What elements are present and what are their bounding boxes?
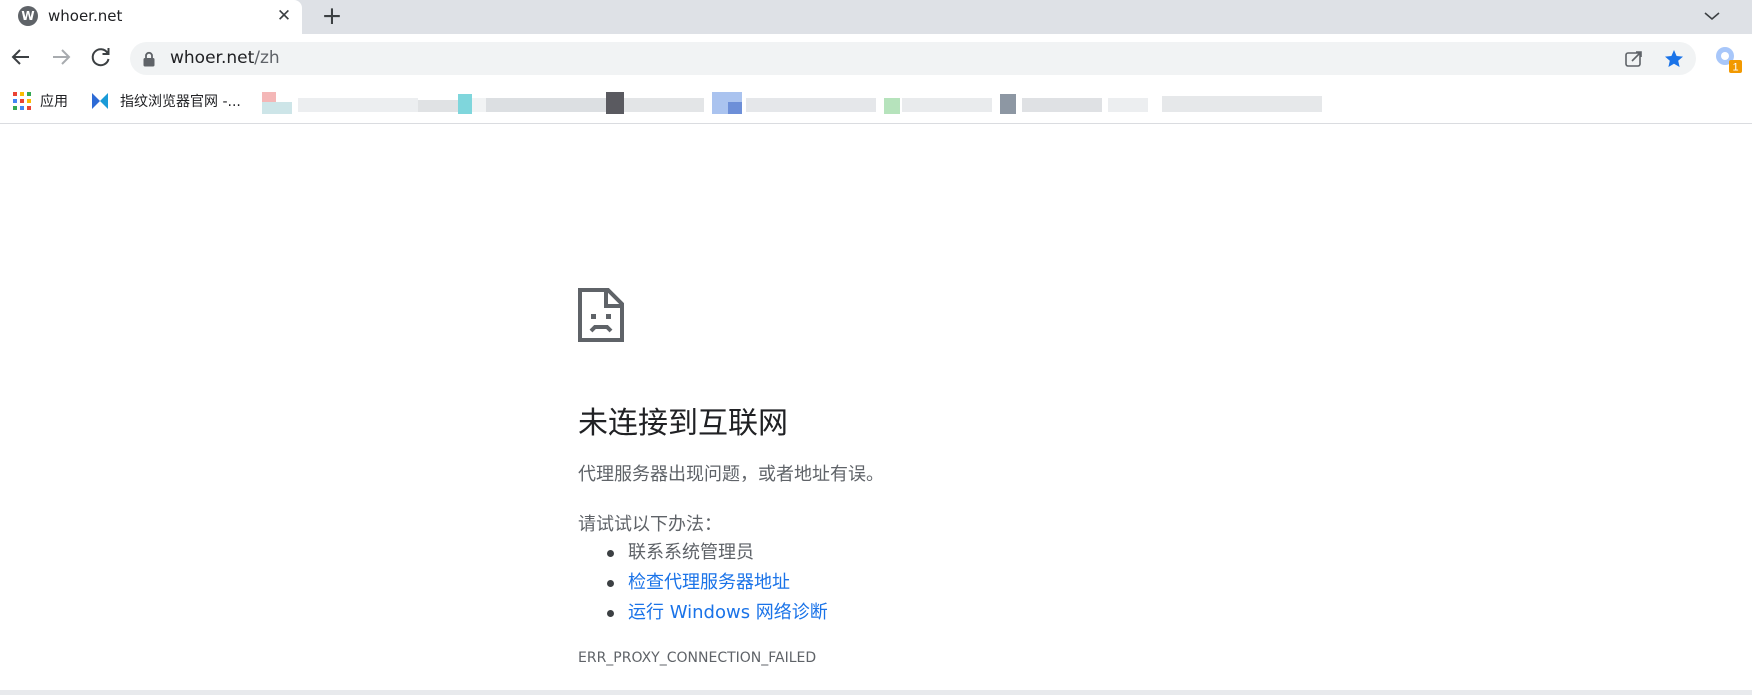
tab-whoer[interactable]: W whoer.net ✕ [0,0,302,34]
arrow-left-icon[interactable] [6,42,36,72]
suggestions-list: 联系系统管理员 检查代理服务器地址 运行 Windows 网络诊断 [578,538,828,628]
extension-icon[interactable]: 1 [1712,43,1744,75]
whoer-favicon-icon: W [18,6,38,26]
address-bar[interactable]: whoer.net/zh [130,42,1696,75]
blurred-bookmarks [262,92,1322,114]
star-icon[interactable] [1662,47,1686,71]
bookmarks-bar: 应用 指纹浏览器官网 -... [0,82,1752,124]
suggestions-heading: 请试试以下办法： [578,514,722,535]
url-path: /zh [254,48,280,68]
error-title: 未连接到互联网 [578,406,788,441]
tab-strip: W whoer.net ✕ + [0,0,1752,34]
bottom-border [0,690,1752,695]
arrow-right-icon[interactable] [46,42,76,72]
fingerprint-browser-logo-icon [92,93,108,109]
bookmark-fingerprint-browser[interactable]: 指纹浏览器官网 -... [120,91,241,113]
error-description: 代理服务器出现问题，或者地址有误。 [578,464,884,485]
error-code: ERR_PROXY_CONNECTION_FAILED [578,650,817,666]
tab-search-chevron-icon[interactable] [1700,4,1724,28]
tab-close-icon[interactable]: ✕ [272,4,296,28]
new-tab-button[interactable]: + [318,2,346,30]
sad-page-icon [578,288,624,342]
lock-icon[interactable] [142,51,156,67]
url-host: whoer.net [170,48,255,68]
url-text[interactable]: whoer.net/zh [170,48,280,68]
suggestion-contact-admin: 联系系统管理员 [578,538,828,568]
apps-grid-icon[interactable] [13,92,31,110]
suggestion-check-proxy-link[interactable]: 检查代理服务器地址 [578,568,828,598]
browser-toolbar: whoer.net/zh 1 [0,34,1752,82]
share-icon[interactable] [1622,47,1646,71]
bookmark-apps[interactable]: 应用 [40,91,68,113]
reload-icon[interactable] [86,42,116,72]
suggestion-windows-diagnostics-link[interactable]: 运行 Windows 网络诊断 [578,598,828,628]
tab-title: whoer.net [48,7,123,25]
extension-badge: 1 [1732,62,1738,74]
